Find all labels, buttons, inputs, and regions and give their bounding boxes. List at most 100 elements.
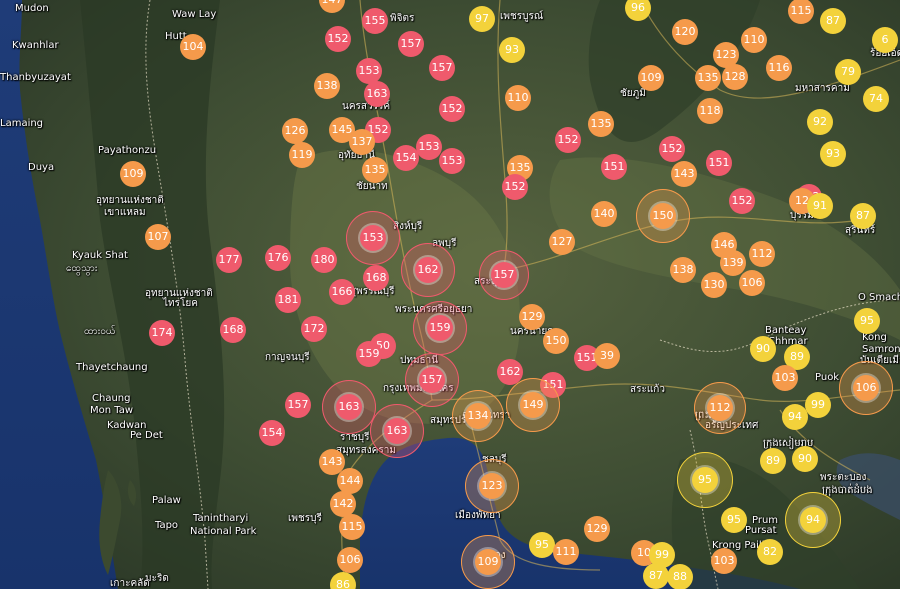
aqi-marker[interactable]: 112 — [749, 241, 775, 267]
aqi-marker[interactable]: 109 — [120, 161, 146, 187]
aqi-marker[interactable]: 79 — [835, 59, 861, 85]
aqi-marker[interactable]: 152 — [659, 136, 685, 162]
aqi-marker[interactable]: 99 — [805, 392, 831, 418]
aqi-cluster[interactable]: 109 — [461, 535, 515, 589]
aqi-cluster[interactable]: 159 — [413, 301, 467, 355]
aqi-marker[interactable]: 110 — [741, 27, 767, 53]
aqi-marker[interactable]: 168 — [220, 317, 246, 343]
aqi-marker[interactable]: 152 — [325, 26, 351, 52]
aqi-marker[interactable]: 87 — [643, 563, 669, 589]
aqi-marker[interactable]: 143 — [671, 161, 697, 187]
aqi-marker[interactable]: 152 — [502, 174, 528, 200]
aqi-marker[interactable]: 119 — [289, 142, 315, 168]
aqi-marker[interactable]: 152 — [555, 127, 581, 153]
aqi-marker[interactable]: 115 — [339, 514, 365, 540]
aqi-marker[interactable]: 39 — [594, 343, 620, 369]
aqi-cluster[interactable]: 106 — [839, 361, 893, 415]
aqi-marker[interactable]: 110 — [505, 85, 531, 111]
aqi-marker[interactable]: 152 — [439, 96, 465, 122]
aqi-marker[interactable]: 93 — [499, 37, 525, 63]
aqi-marker[interactable]: 97 — [469, 6, 495, 32]
aqi-cluster[interactable]: 157 — [479, 250, 529, 300]
aqi-marker[interactable]: 109 — [638, 65, 664, 91]
aqi-marker[interactable]: 130 — [701, 272, 727, 298]
aqi-marker[interactable]: 154 — [393, 145, 419, 171]
aqi-marker[interactable]: 74 — [863, 86, 889, 112]
aqi-marker[interactable]: 91 — [807, 193, 833, 219]
aqi-marker[interactable]: 138 — [314, 73, 340, 99]
aqi-marker[interactable]: 135 — [695, 65, 721, 91]
map-terrain[interactable] — [0, 0, 900, 589]
aqi-cluster[interactable]: 162 — [401, 243, 455, 297]
aqi-marker[interactable]: 129 — [519, 304, 545, 330]
aqi-cluster[interactable]: 95 — [677, 452, 733, 508]
aqi-marker[interactable]: 150 — [543, 328, 569, 354]
air-quality-map[interactable]: Mudon Waw Lay Hutt Kwanhlar Thanbyuzayat Lama… — [0, 0, 900, 589]
aqi-marker[interactable]: 95 — [721, 507, 747, 533]
aqi-marker[interactable]: 153 — [416, 134, 442, 160]
aqi-cluster[interactable]: 150 — [636, 189, 690, 243]
aqi-marker[interactable]: 103 — [772, 365, 798, 391]
aqi-marker[interactable]: 107 — [145, 224, 171, 250]
aqi-marker[interactable]: 128 — [722, 64, 748, 90]
aqi-marker[interactable]: 94 — [782, 404, 808, 430]
aqi-marker[interactable]: 90 — [750, 336, 776, 362]
aqi-marker[interactable]: 176 — [265, 245, 291, 271]
aqi-marker[interactable]: 166 — [329, 279, 355, 305]
aqi-marker[interactable]: 177 — [216, 247, 242, 273]
aqi-marker[interactable]: 90 — [792, 446, 818, 472]
aqi-marker[interactable]: 168 — [363, 265, 389, 291]
aqi-marker[interactable]: 181 — [275, 287, 301, 313]
aqi-marker[interactable]: 151 — [601, 154, 627, 180]
aqi-marker[interactable]: 103 — [711, 548, 737, 574]
aqi-cluster[interactable]: 163 — [322, 380, 376, 434]
aqi-marker[interactable]: 106 — [337, 547, 363, 573]
aqi-marker[interactable]: 129 — [584, 516, 610, 542]
aqi-cluster[interactable]: 134 — [452, 390, 504, 442]
aqi-marker[interactable]: 88 — [667, 564, 693, 589]
aqi-marker[interactable]: 89 — [760, 448, 786, 474]
aqi-marker[interactable]: 154 — [259, 420, 285, 446]
aqi-cluster[interactable]: 157 — [405, 353, 459, 407]
aqi-cluster[interactable]: 153 — [346, 211, 400, 265]
aqi-marker[interactable]: 120 — [672, 19, 698, 45]
aqi-marker[interactable]: 140 — [591, 201, 617, 227]
aqi-cluster[interactable]: 163 — [370, 404, 424, 458]
aqi-marker[interactable]: 126 — [282, 118, 308, 144]
aqi-marker[interactable]: 93 — [820, 141, 846, 167]
aqi-marker[interactable]: 174 — [149, 320, 175, 346]
aqi-marker[interactable]: 111 — [553, 539, 579, 565]
aqi-marker[interactable]: 151 — [706, 150, 732, 176]
aqi-marker[interactable]: 138 — [670, 257, 696, 283]
aqi-marker[interactable]: 153 — [439, 148, 465, 174]
aqi-marker[interactable]: 159 — [356, 341, 382, 367]
aqi-marker[interactable]: 139 — [720, 250, 746, 276]
aqi-marker[interactable]: 180 — [311, 247, 337, 273]
aqi-marker[interactable]: 157 — [398, 31, 424, 57]
aqi-marker[interactable]: 87 — [820, 8, 846, 34]
aqi-cluster[interactable]: 94 — [785, 492, 841, 548]
aqi-marker[interactable]: 118 — [697, 98, 723, 124]
aqi-cluster[interactable]: 123 — [465, 459, 519, 513]
aqi-marker[interactable]: 127 — [549, 229, 575, 255]
aqi-marker[interactable]: 6 — [872, 27, 898, 53]
aqi-cluster[interactable]: 112 — [694, 382, 746, 434]
aqi-marker[interactable]: 172 — [301, 316, 327, 342]
aqi-marker[interactable]: 92 — [807, 109, 833, 135]
aqi-marker[interactable]: 116 — [766, 55, 792, 81]
aqi-marker[interactable]: 95 — [854, 308, 880, 334]
aqi-marker[interactable]: 157 — [429, 55, 455, 81]
aqi-marker[interactable]: 135 — [588, 111, 614, 137]
aqi-marker[interactable]: 106 — [739, 270, 765, 296]
aqi-marker[interactable]: 163 — [364, 81, 390, 107]
aqi-marker[interactable]: 82 — [757, 539, 783, 565]
aqi-marker[interactable]: 95 — [529, 532, 555, 558]
aqi-marker[interactable]: 152 — [729, 188, 755, 214]
aqi-marker[interactable]: 104 — [180, 34, 206, 60]
aqi-marker[interactable]: 157 — [285, 392, 311, 418]
aqi-marker[interactable]: 155 — [362, 8, 388, 34]
aqi-cluster[interactable]: 149 — [506, 378, 560, 432]
aqi-marker[interactable]: 137 — [349, 129, 375, 155]
aqi-marker[interactable]: 135 — [362, 157, 388, 183]
aqi-marker[interactable]: 87 — [850, 203, 876, 229]
